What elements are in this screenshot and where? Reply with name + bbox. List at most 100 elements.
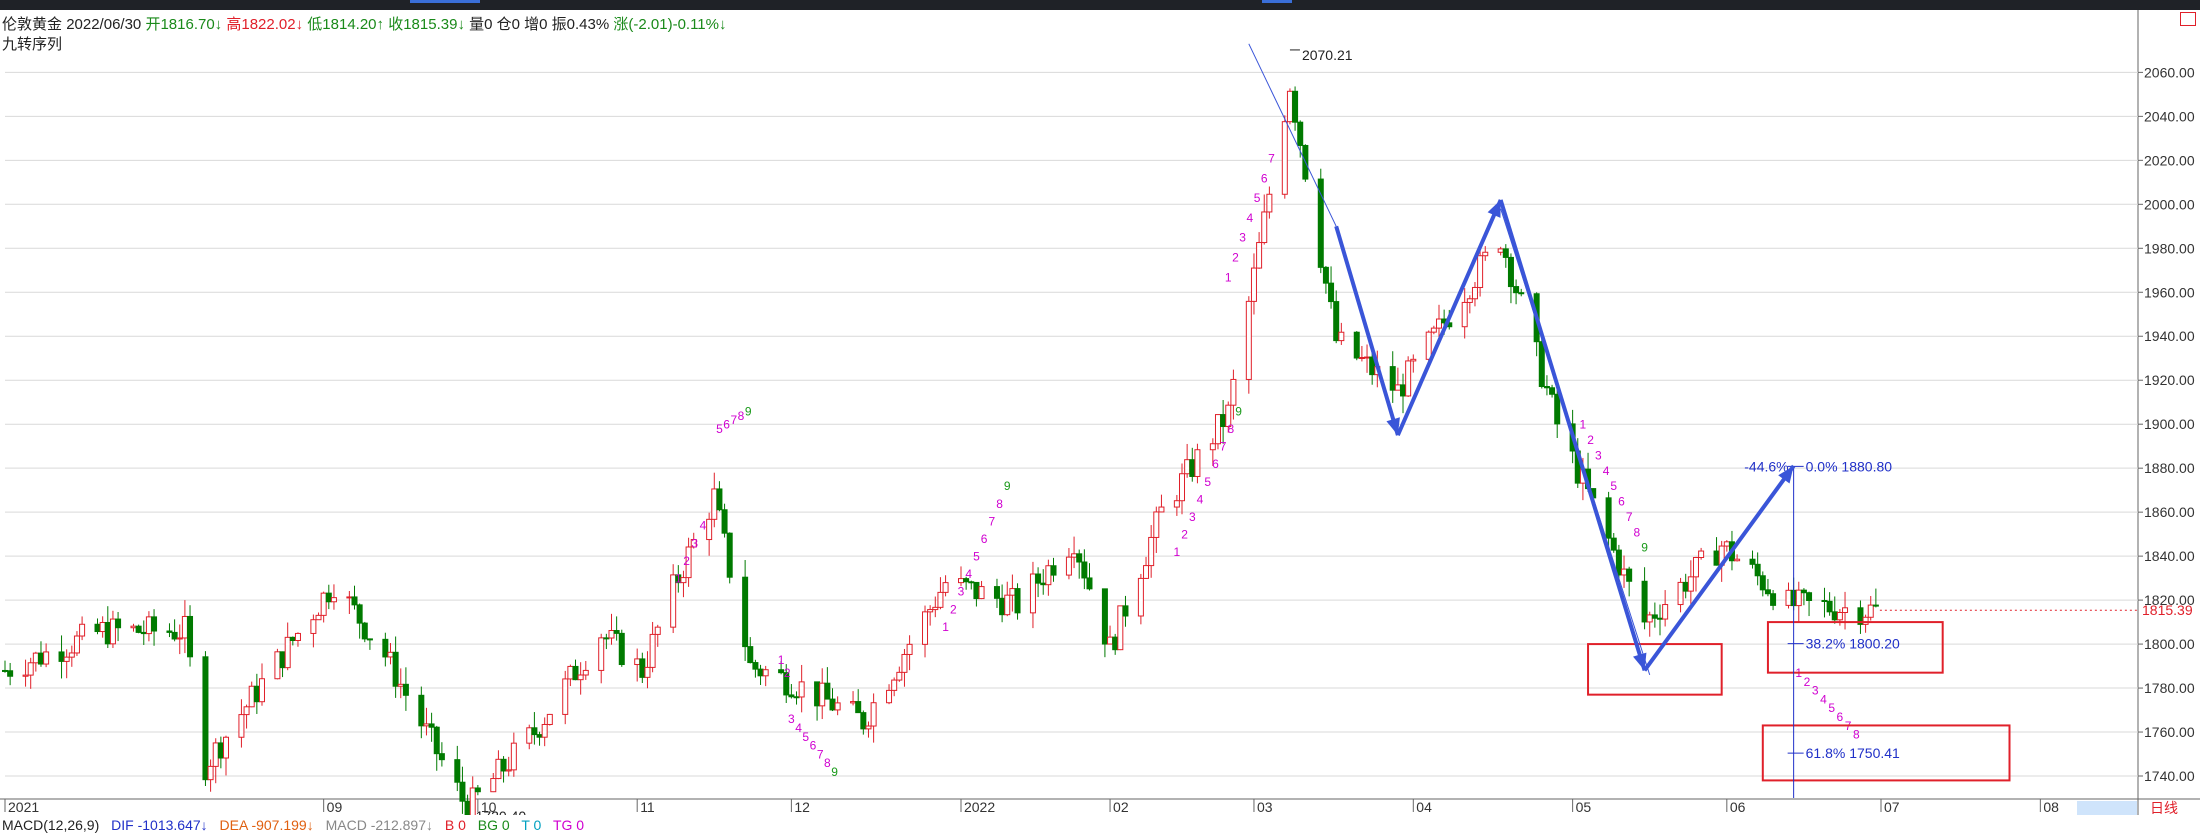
candle-body bbox=[654, 626, 661, 635]
candle-body bbox=[1230, 378, 1237, 406]
candle-body bbox=[1677, 581, 1684, 606]
candle-body bbox=[850, 701, 857, 704]
td-sequence-digit: 8 bbox=[824, 756, 831, 770]
td-sequence-digit: 1 bbox=[1580, 418, 1587, 432]
candle-body bbox=[1256, 242, 1263, 269]
candle-body bbox=[1785, 589, 1792, 606]
fib-level-label: 0.0% 1880.80 bbox=[1806, 458, 1893, 474]
x-tick-label: 12 bbox=[794, 799, 810, 815]
candle-body bbox=[1692, 556, 1699, 578]
candle-body bbox=[1322, 266, 1329, 284]
y-tick-label: 1880.00 bbox=[2144, 460, 2195, 476]
candle-body bbox=[793, 696, 800, 699]
y-tick-label: 1740.00 bbox=[2144, 768, 2195, 784]
candle-body bbox=[202, 656, 209, 781]
candle-body bbox=[207, 765, 214, 781]
candle-body bbox=[346, 596, 353, 599]
td-sequence-digit: 1 bbox=[1174, 545, 1181, 559]
candle-body bbox=[1035, 573, 1042, 584]
candle-body bbox=[325, 592, 332, 603]
candle-body bbox=[1698, 550, 1705, 558]
time-scroll-thumb bbox=[2077, 801, 2137, 815]
x-tick-label: 07 bbox=[1884, 799, 1900, 815]
y-tick-label: 1760.00 bbox=[2144, 724, 2195, 740]
candle-body bbox=[1014, 588, 1021, 614]
candle-body bbox=[387, 651, 394, 658]
candle-body bbox=[151, 616, 158, 632]
candle-body bbox=[1872, 604, 1879, 607]
td-sequence-digit: 2 bbox=[1804, 675, 1811, 689]
candle-body bbox=[814, 681, 821, 707]
td-sequence-digit: 2 bbox=[1181, 528, 1188, 542]
td-sequence-digit: 8 bbox=[1227, 422, 1234, 436]
trend-guide-line bbox=[1500, 208, 1651, 676]
candle-body bbox=[999, 597, 1006, 616]
candle-body bbox=[1076, 553, 1083, 563]
candle-body bbox=[1071, 553, 1078, 558]
candle-body bbox=[1641, 580, 1648, 623]
candle-body bbox=[1117, 605, 1124, 651]
toolbar-tab-indicator[interactable] bbox=[410, 0, 480, 3]
candle-body bbox=[1764, 589, 1771, 595]
td-sequence-digit: 5 bbox=[1828, 701, 1835, 715]
td-sequence-digit: 6 bbox=[723, 418, 730, 432]
candle-body bbox=[613, 630, 620, 634]
candle-body bbox=[870, 702, 877, 727]
td-sequence-digit: 1 bbox=[942, 620, 949, 634]
candle-body bbox=[649, 633, 656, 668]
toolbar-tab-indicator[interactable] bbox=[1262, 0, 1292, 3]
candle-body bbox=[330, 597, 337, 603]
candle-body bbox=[1317, 178, 1324, 268]
candle-body bbox=[927, 609, 934, 613]
candle-body bbox=[1410, 358, 1417, 362]
candle-body bbox=[1184, 459, 1191, 475]
candle-body bbox=[1549, 387, 1556, 395]
td-sequence-digit: 5 bbox=[802, 730, 809, 744]
td-sequence-digit: 3 bbox=[958, 585, 965, 599]
candle-body bbox=[289, 636, 296, 641]
td-sequence-digit: 4 bbox=[1247, 211, 1254, 225]
candle-body bbox=[1220, 414, 1227, 428]
candle-body bbox=[1065, 556, 1072, 576]
candle-body bbox=[1518, 292, 1525, 295]
candle-body bbox=[1009, 588, 1016, 596]
candle-body bbox=[603, 637, 610, 640]
x-tick-label: 06 bbox=[1730, 799, 1746, 815]
macd-bg: BG 0 bbox=[477, 817, 510, 833]
candle-body bbox=[1754, 563, 1761, 577]
candle-body bbox=[212, 742, 219, 767]
candle-body bbox=[1173, 500, 1180, 508]
candle-body bbox=[402, 683, 409, 696]
candle-body bbox=[1101, 588, 1108, 645]
candle-body bbox=[1800, 589, 1807, 594]
y-tick-label: 1920.00 bbox=[2144, 372, 2195, 388]
td-sequence-digit: 8 bbox=[738, 409, 745, 423]
td-sequence-digit: 9 bbox=[1641, 541, 1648, 555]
trend-arrow bbox=[1642, 464, 1796, 672]
candle-body bbox=[598, 637, 605, 671]
candle-body bbox=[1662, 604, 1669, 620]
td-sequence-digit: 9 bbox=[745, 404, 752, 418]
td-sequence-digit: 9 bbox=[831, 765, 838, 779]
candle-body bbox=[1554, 393, 1561, 425]
candle-body bbox=[284, 636, 291, 669]
candle-body bbox=[258, 678, 265, 703]
candle-body bbox=[1045, 565, 1052, 586]
candle-body bbox=[469, 787, 476, 815]
macd-value: MACD -212.897↓ bbox=[325, 817, 433, 833]
td-sequence-digit: 3 bbox=[691, 536, 698, 550]
candle-body bbox=[1189, 459, 1196, 477]
td-sequence-digit: 9 bbox=[1004, 479, 1011, 493]
candle-body bbox=[829, 698, 836, 711]
td-sequence-digit: 4 bbox=[965, 567, 972, 581]
candle-body bbox=[1148, 536, 1155, 567]
td-sequence-digit: 2 bbox=[950, 602, 957, 616]
candle-body bbox=[819, 682, 826, 707]
candle-body bbox=[1266, 193, 1273, 213]
candle-body bbox=[742, 576, 749, 648]
candle-body bbox=[1842, 607, 1849, 613]
last-price-label: 1815.39 bbox=[2142, 602, 2193, 618]
candle-body bbox=[1795, 589, 1802, 607]
candle-body bbox=[438, 753, 445, 761]
candle-body bbox=[1687, 576, 1694, 592]
